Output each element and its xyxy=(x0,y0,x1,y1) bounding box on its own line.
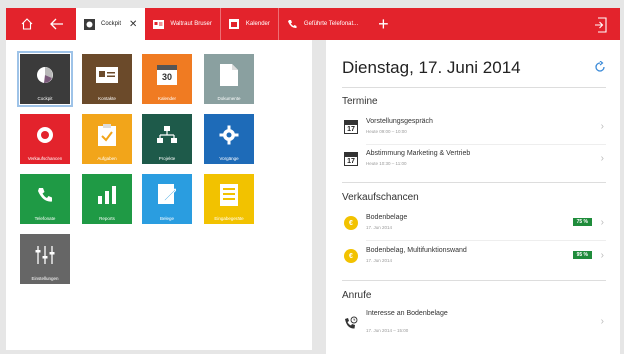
pie-chart-icon xyxy=(20,54,70,96)
tab-cockpit[interactable]: Cockpit ✕ xyxy=(76,8,146,40)
item-title: Vorstellungsgespräch xyxy=(366,118,433,125)
probability-badge: 95 % xyxy=(572,251,592,259)
tile-documents[interactable]: Dokumente xyxy=(204,54,254,104)
chevron-right-icon: › xyxy=(600,316,604,327)
item-title: Abstimmung Marketing & Vertrieb xyxy=(366,150,471,157)
coin-icon xyxy=(20,114,70,156)
call-item[interactable]: Interesse an Bodenbelage 17. Jun 2014 – … xyxy=(342,304,606,340)
home-icon[interactable] xyxy=(16,13,38,35)
tab-contact[interactable]: Waltraut Bruser xyxy=(145,8,221,40)
tab-calendar[interactable]: Kalender xyxy=(221,8,279,40)
page-title: Dienstag, 17. Juni 2014 xyxy=(342,58,521,77)
clipboard-icon xyxy=(82,114,132,156)
tab-label: Cockpit xyxy=(101,21,122,27)
coin-icon: € xyxy=(344,249,358,263)
phone-clock-icon xyxy=(344,316,358,330)
tile-label: Einstellungen xyxy=(31,276,59,281)
agenda-panel: Dienstag, 17. Juni 2014 Termine 17 Vorst… xyxy=(326,40,620,354)
contact-card-icon xyxy=(82,54,132,96)
close-icon[interactable]: ✕ xyxy=(129,19,137,30)
tile-label: Reports xyxy=(99,216,115,221)
tile-tasks[interactable]: Aufgaben xyxy=(82,114,132,164)
refresh-icon[interactable] xyxy=(594,60,606,78)
item-title: Interesse an Bodenbelage xyxy=(366,310,448,317)
contact-card-icon xyxy=(153,19,165,30)
phone-icon xyxy=(287,19,298,30)
tile-contacts[interactable]: Kontakte xyxy=(82,54,132,104)
divider xyxy=(342,280,606,281)
section-title-calls: Anrufe xyxy=(342,290,372,301)
tab-label: Waltraut Bruser xyxy=(170,21,212,27)
tile-receipts[interactable]: Belege xyxy=(142,174,192,224)
opportunity-item[interactable]: € Bodenbelag, Multifunktionswand 17. Jun… xyxy=(342,241,606,273)
item-title: Bodenbelage xyxy=(366,214,408,221)
tile-label: Telefonate xyxy=(34,216,56,221)
calendar-icon: 30 xyxy=(142,54,192,96)
section-title-appointments: Termine xyxy=(342,96,378,107)
tile-label: Aufgaben xyxy=(97,156,117,161)
item-time: Heute 09:00 – 10:00 xyxy=(366,129,407,134)
tile-calendar[interactable]: 30 Kalender xyxy=(142,54,192,104)
item-date: 17. Jun 2014 – 15:00 xyxy=(366,328,409,333)
tile-label: Kalender xyxy=(157,96,176,101)
tile-reports[interactable]: Reports xyxy=(82,174,132,224)
bar-chart-icon xyxy=(82,174,132,216)
tab-label: Kalender xyxy=(245,21,270,27)
tile-label: Belege xyxy=(159,216,174,221)
tile-label: Eingabegeräte xyxy=(214,216,244,221)
tiles-panel: Cockpit Kontakte 30 Kalender Dokumente V… xyxy=(6,40,312,350)
calendar-icon: 17 xyxy=(344,152,358,166)
divider xyxy=(342,87,606,88)
tile-label: Verkaufschancen xyxy=(27,156,63,161)
tile-projects[interactable]: Projekte xyxy=(142,114,192,164)
section-title-sales-opportunities: Verkaufschancen xyxy=(342,192,419,203)
org-chart-icon xyxy=(142,114,192,156)
receipt-icon xyxy=(142,174,192,216)
appointment-item[interactable]: 17 Abstimmung Marketing & Vertrieb Heute… xyxy=(342,144,606,176)
cockpit-tab-icon xyxy=(84,18,95,30)
probability-badge: 75 % xyxy=(572,218,592,226)
divider xyxy=(342,182,606,183)
coin-icon: € xyxy=(344,216,358,230)
top-bar: Cockpit ✕ Waltraut Bruser Kalender Gefüh… xyxy=(6,8,620,40)
document-icon xyxy=(204,54,254,96)
calendar-icon-number: 30 xyxy=(161,72,172,82)
back-arrow-icon[interactable] xyxy=(46,13,68,35)
tile-settings[interactable]: Einstellungen xyxy=(20,234,70,284)
appointment-item[interactable]: 17 Vorstellungsgespräch Heute 09:00 – 10… xyxy=(342,112,606,144)
sliders-icon xyxy=(20,234,70,276)
item-date: 17. Jun 2014 xyxy=(366,225,393,230)
item-date: 17. Jun 2014 xyxy=(366,258,393,263)
add-tab-button[interactable]: + xyxy=(378,15,389,33)
chevron-right-icon: › xyxy=(600,121,604,132)
item-title: Bodenbelag, Multifunktionswand xyxy=(366,247,467,254)
tile-label: Kontakte xyxy=(98,96,116,101)
item-time: Heute 10:30 – 11:00 xyxy=(366,161,407,166)
exit-icon[interactable] xyxy=(590,14,612,36)
chevron-right-icon: › xyxy=(600,153,604,164)
calendar-icon: 17 xyxy=(344,120,358,134)
tab-label: Geführte Telefonat... xyxy=(303,21,359,27)
chevron-right-icon: › xyxy=(600,250,604,261)
tile-phone-calls[interactable]: Telefonate xyxy=(20,174,70,224)
tile-label: Projekte xyxy=(158,156,176,161)
phone-icon xyxy=(20,174,70,216)
opportunity-item[interactable]: € Bodenbelage 17. Jun 2014 75 % › xyxy=(342,208,606,240)
calendar-icon xyxy=(229,19,240,30)
tile-input-devices[interactable]: Eingabegeräte xyxy=(204,174,254,224)
tile-sales-opportunities[interactable]: Verkaufschancen xyxy=(20,114,70,164)
tab-phone-call[interactable]: Geführte Telefonat... xyxy=(279,8,366,40)
tile-label: Vorgänge xyxy=(219,156,239,161)
tile-cockpit[interactable]: Cockpit xyxy=(17,51,73,107)
tile-label: Cockpit xyxy=(37,96,53,101)
calendar-icon-number: 17 xyxy=(347,158,355,165)
gear-icon xyxy=(204,114,254,156)
tile-processes[interactable]: Vorgänge xyxy=(204,114,254,164)
tile-label: Dokumente xyxy=(217,96,241,101)
calendar-icon-number: 17 xyxy=(347,126,355,133)
chevron-right-icon: › xyxy=(600,217,604,228)
device-icon xyxy=(204,174,254,216)
